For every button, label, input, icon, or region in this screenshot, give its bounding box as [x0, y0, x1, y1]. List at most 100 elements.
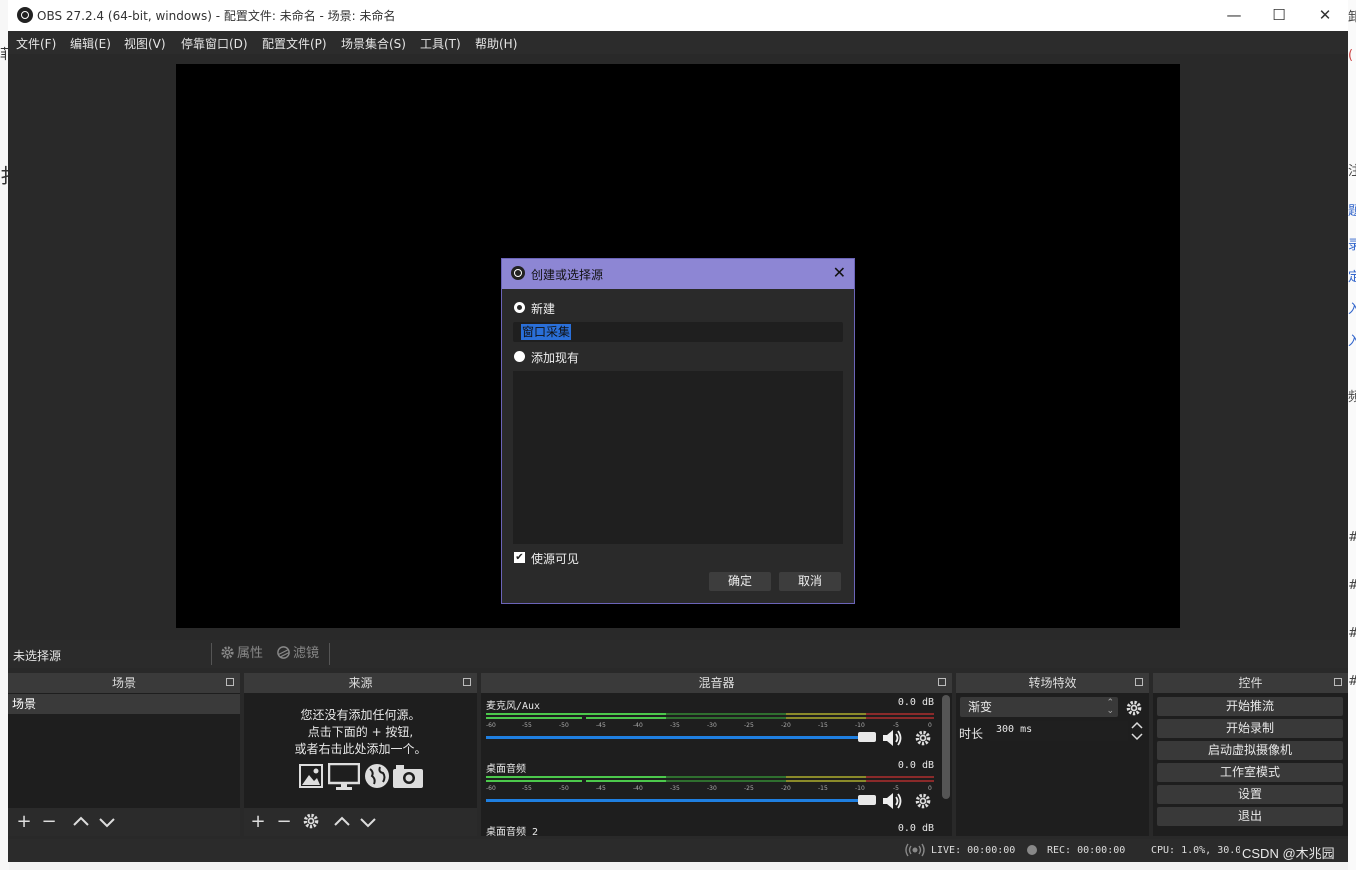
- sources-empty-message[interactable]: 您还没有添加任何源。 点击下面的 + 按钮, 或者右击此处添加一个。: [244, 707, 477, 758]
- controls-panel: 控件 开始推流 开始录制 启动虚拟摄像机 工作室模式 设置 退出: [1153, 673, 1348, 836]
- divider: [329, 643, 330, 665]
- no-source-selected-label: 未选择源: [13, 649, 62, 663]
- cancel-button[interactable]: 取消: [779, 572, 841, 591]
- background-page-right: 卸 ( 注 题 录 定 入 入 频 # # # #: [1348, 0, 1356, 870]
- source-settings-icon[interactable]: [301, 812, 321, 832]
- volume-slider-handle[interactable]: [858, 795, 876, 805]
- float-dock-icon[interactable]: [226, 678, 234, 686]
- scenes-panel: 场景 场景 + −: [8, 673, 240, 836]
- chevron-updown-icon: ⌃ ⌄: [1106, 698, 1114, 716]
- source-toolbar: 未选择源 属性 滤镜: [8, 640, 1348, 668]
- menu-file[interactable]: 文件(F): [16, 35, 56, 52]
- dialog-close-icon[interactable]: ✕: [833, 263, 846, 282]
- move-down-icon[interactable]: [97, 812, 117, 832]
- channel-db: 0.0 dB: [897, 760, 934, 771]
- obs-logo-icon: [17, 7, 33, 23]
- controls-header: 控件: [1153, 673, 1348, 693]
- mixer-panel: 混音器 麦克风/Aux 0.0 dB -60 -55 -50 -45 -40 -35 -30…: [481, 673, 952, 838]
- close-button[interactable]: ✕: [1310, 4, 1340, 26]
- menu-view[interactable]: 视图(V): [124, 35, 166, 52]
- spin-arrows-icon[interactable]: [1130, 720, 1144, 742]
- scenes-toolbar: + −: [8, 808, 240, 836]
- live-timer: LIVE: 00:00:00: [931, 845, 1016, 856]
- start-virtual-camera-button[interactable]: 启动虚拟摄像机: [1157, 741, 1343, 760]
- minimize-button[interactable]: —: [1219, 4, 1249, 26]
- menu-edit[interactable]: 编辑(E): [70, 35, 111, 52]
- gear-icon[interactable]: [914, 792, 932, 810]
- settings-button[interactable]: 设置: [1157, 785, 1343, 804]
- new-label: 新建: [531, 302, 556, 316]
- visible-checkbox[interactable]: ✔: [514, 552, 525, 563]
- transition-select-value: 渐变: [968, 700, 993, 714]
- image-icon: [298, 763, 324, 789]
- volume-slider-track[interactable]: [486, 799, 864, 802]
- title-bar: OBS 27.2.4 (64-bit, windows) - 配置文件: 未命名…: [8, 0, 1348, 31]
- start-recording-button[interactable]: 开始录制: [1157, 719, 1343, 738]
- add-existing-radio[interactable]: [514, 351, 525, 362]
- record-indicator-icon: [1027, 845, 1037, 855]
- move-up-icon[interactable]: [71, 812, 91, 832]
- filters-label: 滤镜: [293, 646, 320, 661]
- volume-slider-handle[interactable]: [858, 732, 876, 742]
- float-dock-icon[interactable]: [1135, 678, 1143, 686]
- meter-ticks: -60 -55 -50 -45 -40 -35 -30 -25 -20 -15 -10 -5 0: [486, 785, 932, 792]
- float-dock-icon[interactable]: [1334, 678, 1342, 686]
- meter-ticks: -60 -55 -50 -45 -40 -35 -30 -25 -20 -15 -10 -5 0: [486, 722, 932, 729]
- channel-name: 麦克风/Aux: [486, 701, 541, 712]
- status-bar: LIVE: 00:00:00 REC: 00:00:00 CPU: 1.0%, …: [8, 839, 1348, 862]
- obs-window: OBS 27.2.4 (64-bit, windows) - 配置文件: 未命名…: [8, 0, 1348, 862]
- duration-spinbox[interactable]: 300 ms: [990, 721, 1128, 741]
- scene-item[interactable]: 场景: [8, 694, 240, 714]
- start-streaming-button[interactable]: 开始推流: [1157, 697, 1343, 716]
- dialog-title: 创建或选择源: [531, 268, 604, 282]
- exit-button[interactable]: 退出: [1157, 807, 1343, 826]
- source-type-icons: [298, 762, 423, 793]
- volume-meter: [486, 776, 934, 782]
- new-radio[interactable]: [514, 302, 525, 313]
- gear-icon[interactable]: [1125, 699, 1143, 717]
- volume-slider-track[interactable]: [486, 736, 864, 739]
- duration-value: 300 ms: [996, 724, 1033, 735]
- add-source-icon[interactable]: +: [248, 812, 268, 832]
- move-down-icon[interactable]: [358, 812, 378, 832]
- move-up-icon[interactable]: [332, 812, 352, 832]
- menu-help[interactable]: 帮助(H): [475, 35, 517, 52]
- obs-logo-icon: [511, 266, 525, 280]
- transition-select[interactable]: 渐变 ⌃ ⌄: [960, 697, 1118, 717]
- sources-header: 来源: [244, 673, 477, 693]
- filters-button[interactable]: 滤镜: [274, 644, 319, 664]
- channel-db: 0.0 dB: [897, 697, 934, 708]
- float-dock-icon[interactable]: [463, 678, 471, 686]
- source-name-input[interactable]: 窗口采集: [513, 322, 843, 342]
- empty-line: 或者右击此处添加一个。: [294, 742, 427, 756]
- ok-button[interactable]: 确定: [709, 572, 771, 591]
- speaker-icon[interactable]: [882, 791, 904, 811]
- create-select-source-dialog: 创建或选择源 ✕ 新建 窗口采集 添加现有 ✔ 使源可见 确定 取消: [501, 258, 855, 604]
- mixer-channel: 桌面音频 2 0.0 dB: [486, 823, 934, 838]
- gear-icon[interactable]: [914, 729, 932, 747]
- window-title: OBS 27.2.4 (64-bit, windows) - 配置文件: 未命名…: [37, 9, 396, 23]
- filter-icon: [277, 646, 290, 659]
- menu-profile[interactable]: 配置文件(P): [262, 35, 327, 52]
- float-dock-icon[interactable]: [938, 678, 946, 686]
- remove-source-icon[interactable]: −: [274, 812, 294, 832]
- broadcast-icon: [905, 843, 925, 857]
- sources-toolbar: + −: [244, 808, 477, 836]
- mixer-header: 混音器: [481, 673, 952, 693]
- channel-name: 桌面音频: [486, 764, 526, 775]
- speaker-icon[interactable]: [882, 728, 904, 748]
- transitions-header: 转场特效: [956, 673, 1149, 693]
- rec-timer: REC: 00:00:00: [1047, 845, 1126, 856]
- duration-label: 时长: [959, 727, 984, 741]
- menu-scene-collection[interactable]: 场景集合(S): [341, 35, 406, 52]
- existing-sources-list[interactable]: [513, 371, 843, 544]
- properties-button[interactable]: 属性: [218, 644, 263, 664]
- menu-docks[interactable]: 停靠窗口(D): [181, 35, 248, 52]
- remove-scene-icon[interactable]: −: [39, 812, 59, 832]
- add-scene-icon[interactable]: +: [14, 812, 34, 832]
- maximize-button[interactable]: ☐: [1264, 4, 1294, 26]
- studio-mode-button[interactable]: 工作室模式: [1157, 763, 1343, 782]
- transitions-panel: 转场特效 渐变 ⌃ ⌄ 时长 300 ms: [956, 673, 1149, 836]
- mixer-scrollbar[interactable]: [942, 695, 950, 799]
- menu-tools[interactable]: 工具(T): [420, 35, 461, 52]
